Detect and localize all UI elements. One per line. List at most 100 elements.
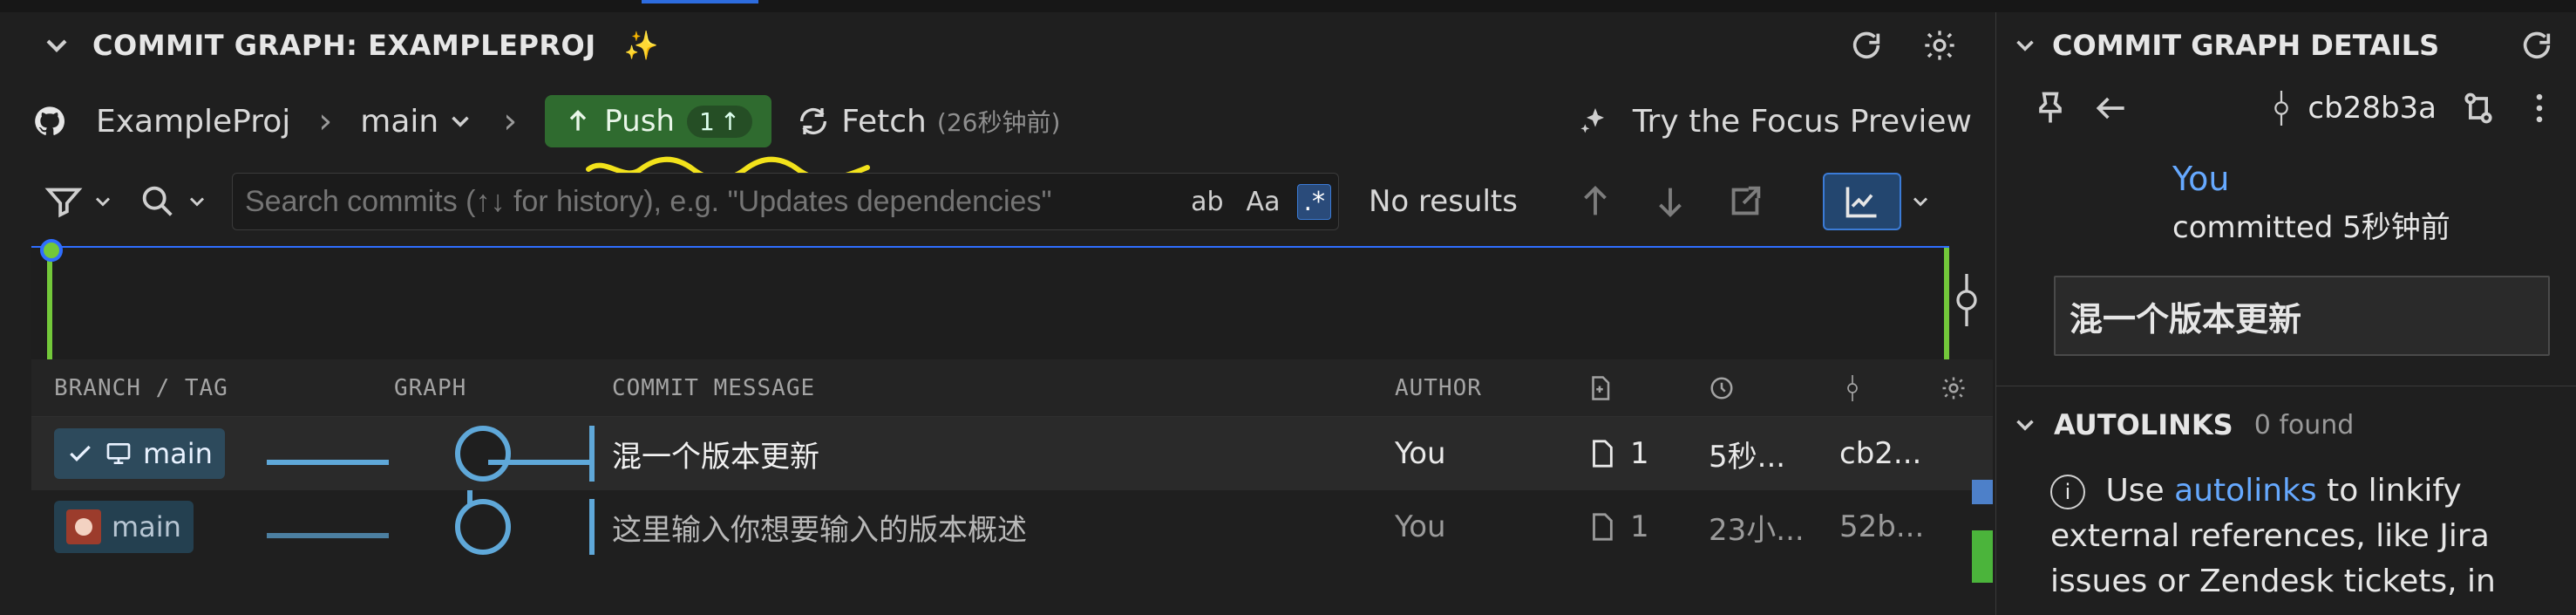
compare-icon[interactable] <box>2459 89 2498 127</box>
autolinks-link[interactable]: autolinks <box>2174 473 2316 509</box>
refresh-icon[interactable] <box>1845 24 1888 67</box>
fetch-time: (26秒钟前) <box>936 108 1061 137</box>
commit-table: BRANCH / TAG GRAPH COMMIT MESSAGE AUTHOR <box>31 359 1993 615</box>
branch-dropdown-chevron-icon <box>452 116 470 127</box>
match-case-toggle[interactable]: Aa <box>1241 185 1286 219</box>
computer-icon <box>106 443 131 464</box>
details-header: COMMIT GRAPH DETAILS <box>1996 12 2576 78</box>
github-icon <box>28 99 71 143</box>
chart-chevron-icon[interactable] <box>1908 189 1933 214</box>
table-header: BRANCH / TAG GRAPH COMMIT MESSAGE AUTHOR <box>31 359 1993 417</box>
autolinks-section-header[interactable]: AUTOLINKS 0 found <box>1996 393 2576 456</box>
autolinks-title: AUTOLINKS <box>2054 408 2233 441</box>
push-label: Push <box>604 104 675 139</box>
sha-display[interactable]: cb28b3a <box>2264 91 2437 126</box>
branch-selector[interactable]: main <box>360 104 475 140</box>
search-results-text: No results <box>1369 184 1518 219</box>
details-title: COMMIT GRAPH DETAILS <box>2052 28 2440 62</box>
header-author[interactable]: AUTHOR <box>1374 375 1566 401</box>
sparkles-icon <box>1573 99 1617 143</box>
commit-sha[interactable]: cb2... <box>1818 436 1932 471</box>
table-row[interactable]: main 混一个版本更新 You 1 5秒... cb2... <box>31 417 1993 583</box>
search-row: ab Aa .* No results <box>44 171 1979 232</box>
settings-gear-icon[interactable] <box>1918 24 1961 67</box>
push-button[interactable]: Push 1 ↑ <box>545 95 772 147</box>
collapse-chevron-icon <box>2016 420 2034 431</box>
filter-icon <box>44 188 83 218</box>
graph-node[interactable] <box>455 499 511 555</box>
breadcrumb-chevron-icon: › <box>503 101 518 141</box>
graph-toolbar: ExampleProj › main › Push 1 ↑ Fetch (26秒… <box>28 86 1972 156</box>
more-vertical-icon[interactable] <box>2520 89 2559 127</box>
commit-message-box: 混一个版本更新 <box>2054 276 2550 356</box>
commit-sha[interactable]: 52b... <box>1818 509 1932 544</box>
fetch-label: Fetch <box>841 103 927 140</box>
commit-time: 5秒... <box>1709 439 1786 475</box>
commit-author-link[interactable]: You <box>1996 160 2576 198</box>
graph-connector <box>267 460 389 465</box>
prev-result-arrow-up-icon[interactable] <box>1575 181 1615 222</box>
search-mode-button[interactable] <box>138 181 209 222</box>
collapse-chevron-icon[interactable] <box>35 24 78 67</box>
panel-title: COMMIT GRAPH: EXAMPLEPROJ <box>92 28 596 62</box>
open-in-new-icon[interactable] <box>1725 181 1765 222</box>
branch-pill[interactable]: main <box>54 501 194 553</box>
message-selection-bar <box>589 499 595 555</box>
fetch-button[interactable]: Fetch (26秒钟前) <box>796 104 1060 140</box>
details-toolbar: cb28b3a <box>1996 78 2576 139</box>
commit-message[interactable]: 混一个版本更新 <box>589 433 1374 475</box>
active-tab-indicator <box>642 0 758 3</box>
header-graph[interactable]: GRAPH <box>371 375 589 401</box>
file-icon <box>1593 513 1613 541</box>
app-window: COMMIT GRAPH: EXAMPLEPROJ ✨ ExampleProj … <box>0 0 2576 615</box>
header-files-icon[interactable] <box>1566 375 1688 401</box>
commit-minimap[interactable] <box>31 239 1977 361</box>
file-icon <box>1593 440 1613 468</box>
back-arrow-icon[interactable] <box>2092 89 2131 127</box>
table-row[interactable]: main 这里输入你想要输入的版本概述 You 1 23小... 52b... <box>31 490 1993 564</box>
filter-button[interactable] <box>44 181 115 222</box>
sha-text: cb28b3a <box>2308 91 2437 126</box>
arrow-up-icon <box>570 109 587 131</box>
commit-message[interactable]: 这里输入你想要输入的版本概述 <box>589 506 1374 549</box>
branch-label: main <box>143 437 213 470</box>
header-time-icon[interactable] <box>1688 375 1818 401</box>
commit-files: 1 <box>1566 509 1688 544</box>
pin-icon[interactable] <box>2031 89 2070 127</box>
repo-name[interactable]: ExampleProj <box>96 104 290 140</box>
collapse-chevron-icon[interactable] <box>2010 31 2040 60</box>
minimap-left-marker <box>47 248 52 361</box>
refresh-icon[interactable] <box>2515 24 2559 67</box>
focus-preview-link[interactable]: Try the Focus Preview <box>1633 104 1972 140</box>
graph-connector <box>267 533 389 538</box>
header-branch-tag[interactable]: BRANCH / TAG <box>31 375 371 401</box>
avatar <box>66 509 101 544</box>
checkmark-icon <box>70 445 91 462</box>
autolinks-count: 0 found <box>2253 409 2355 441</box>
message-selection-bar <box>589 426 595 482</box>
branch-pill[interactable]: main <box>54 428 225 479</box>
chart-button[interactable] <box>1822 173 1901 230</box>
branch-label: main <box>112 510 181 543</box>
minimap-toggle[interactable] <box>1822 173 1933 230</box>
regex-toggle[interactable]: .* <box>1297 183 1331 220</box>
header-commit-message[interactable]: COMMIT MESSAGE <box>589 375 1374 401</box>
commit-graph-header: COMMIT GRAPH: EXAMPLEPROJ ✨ <box>0 12 1996 78</box>
top-strip <box>0 0 2576 12</box>
graph-node[interactable] <box>455 426 511 482</box>
minimap-left-dot <box>40 239 63 262</box>
match-whole-word-toggle[interactable]: ab <box>1186 185 1228 219</box>
next-result-arrow-down-icon[interactable] <box>1650 181 1690 222</box>
committed-time: committed 5秒钟前 <box>2172 210 2450 245</box>
commit-files: 1 <box>1566 436 1688 471</box>
header-sha-commit-icon[interactable] <box>1818 374 1932 401</box>
sparkle-icon: ✨ <box>623 28 659 62</box>
graph-connector <box>488 460 589 465</box>
commit-icon <box>2274 91 2289 126</box>
table-settings-gear-icon[interactable] <box>1932 375 1967 401</box>
commit-time: 23小... <box>1709 512 1805 548</box>
search-input[interactable] <box>243 183 1186 220</box>
filter-chevron-icon <box>95 197 111 207</box>
push-count-badge: 1 ↑ <box>686 105 753 138</box>
commit-author: You <box>1395 436 1446 471</box>
